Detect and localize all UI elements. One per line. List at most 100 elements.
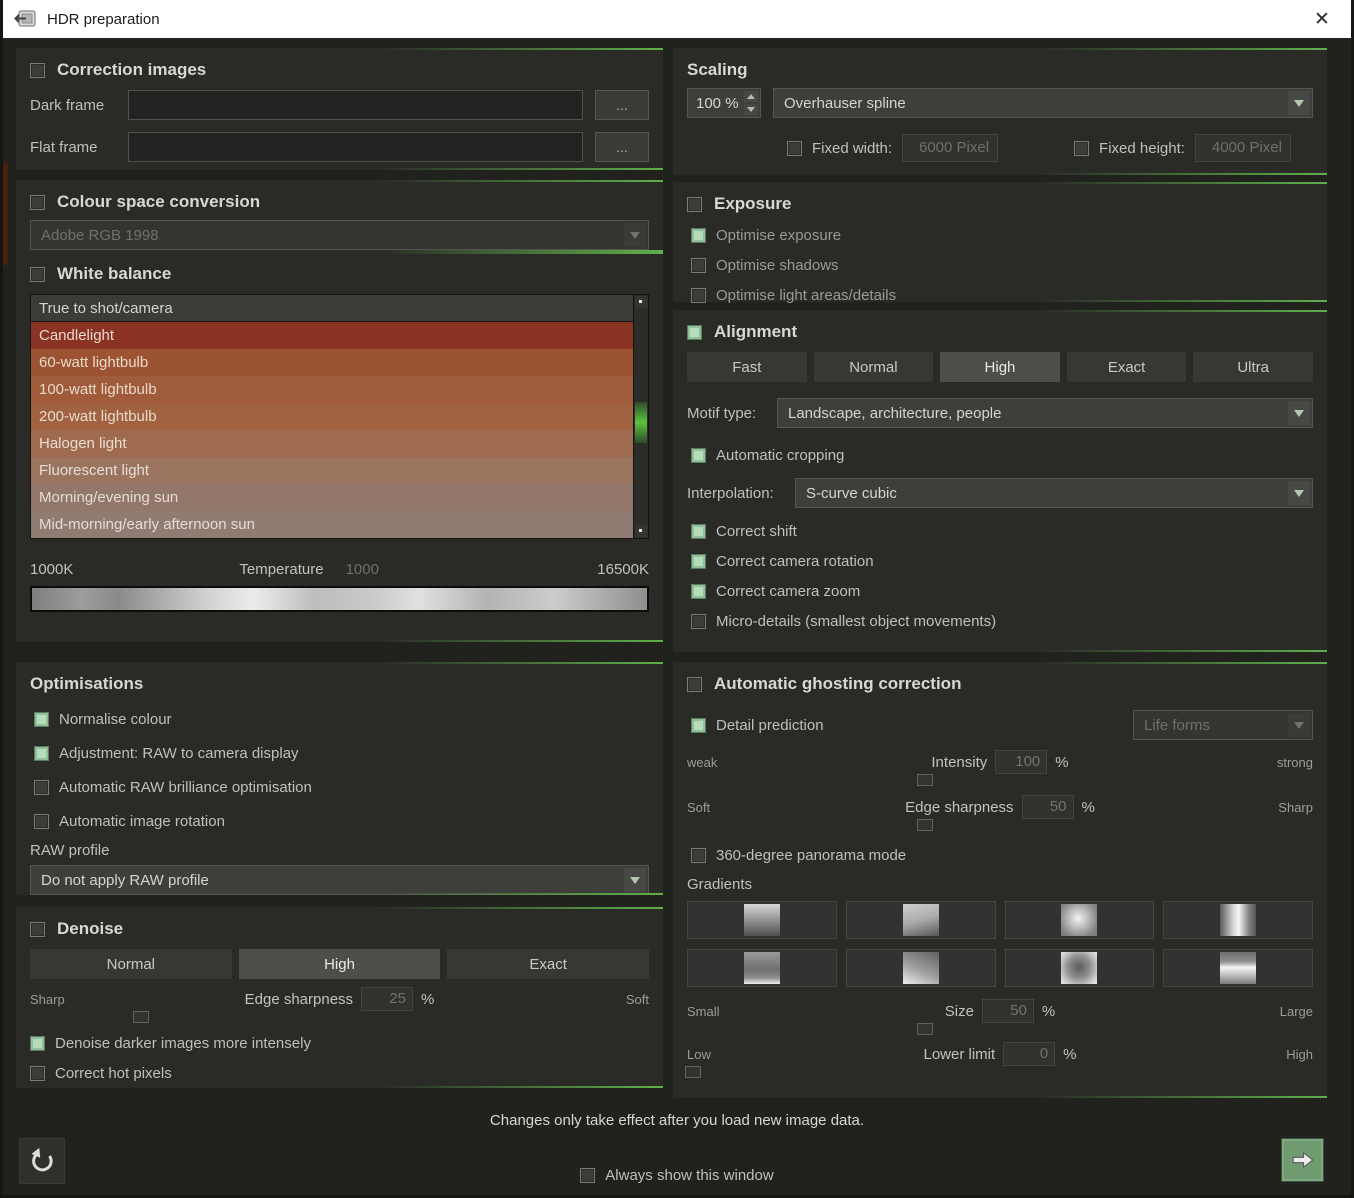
checked-checkbox[interactable]: [691, 228, 706, 243]
white-balance-option[interactable]: 200-watt lightbulb: [31, 403, 633, 430]
checked-checkbox[interactable]: [34, 712, 49, 727]
white-balance-option[interactable]: 100-watt lightbulb: [31, 376, 633, 403]
scale-percent-spinner[interactable]: 100 %: [687, 88, 761, 118]
white-balance-section-checkbox[interactable]: [30, 267, 45, 282]
unchecked-checkbox[interactable]: [691, 848, 706, 863]
flat-frame-input[interactable]: [128, 132, 583, 162]
slider-value-input[interactable]: 50: [982, 999, 1034, 1023]
unchecked-checkbox[interactable]: [691, 614, 706, 629]
mode-button-normal[interactable]: Normal: [814, 352, 934, 382]
fixed-width-checkbox[interactable]: [787, 141, 802, 156]
gradient-tile-top-light[interactable]: [687, 901, 837, 939]
interpolation-dropdown[interactable]: S-curve cubic: [795, 478, 1313, 508]
dark-frame-input[interactable]: [128, 90, 583, 120]
slider-value-input[interactable]: 0: [1003, 1042, 1055, 1066]
raw-profile-dropdown[interactable]: Do not apply RAW profile: [30, 865, 649, 895]
colour-space-value: Adobe RGB 1998: [41, 227, 159, 244]
mode-button-ultra[interactable]: Ultra: [1193, 352, 1313, 382]
dropdown-arrow-button[interactable]: [1288, 401, 1310, 425]
colour-space-section-checkbox[interactable]: [30, 195, 45, 210]
dropdown-arrow-button[interactable]: [624, 223, 646, 247]
slider-track[interactable]: [30, 1011, 649, 1024]
mode-button-exact[interactable]: Exact: [447, 949, 649, 979]
alignment-section-checkbox[interactable]: [687, 325, 702, 340]
white-balance-option[interactable]: Mid-morning/early afternoon sun: [31, 511, 633, 538]
slider-track[interactable]: [687, 774, 1313, 787]
unchecked-checkbox[interactable]: [691, 288, 706, 303]
gradient-tile-top-light-diagonal[interactable]: [846, 901, 996, 939]
white-balance-option[interactable]: True to shot/camera: [31, 295, 633, 322]
scaling-method-dropdown[interactable]: Overhauser spline: [773, 88, 1313, 118]
close-button[interactable]: ✕: [1293, 0, 1351, 38]
scroll-down-button[interactable]: [635, 525, 647, 537]
white-balance-option[interactable]: Candlelight: [31, 322, 633, 349]
dropdown-arrow-button[interactable]: [1288, 713, 1310, 737]
titlebar: HDR preparation ✕: [3, 0, 1351, 38]
unchecked-checkbox[interactable]: [691, 258, 706, 273]
correction-images-section: Correction images Dark frame ... Flat fr…: [16, 48, 663, 170]
spin-up-button[interactable]: [744, 91, 758, 102]
slider-track[interactable]: [687, 1023, 1313, 1036]
gradient-tile-bottom-light[interactable]: [687, 949, 837, 987]
checked-checkbox[interactable]: [34, 746, 49, 761]
unchecked-checkbox[interactable]: [34, 814, 49, 829]
mode-button-exact[interactable]: Exact: [1067, 352, 1187, 382]
scroll-up-button[interactable]: [635, 296, 647, 308]
motif-type-dropdown[interactable]: Landscape, architecture, people: [777, 398, 1313, 428]
slider-track[interactable]: [687, 819, 1313, 832]
slider-value-input[interactable]: 50: [1022, 795, 1074, 819]
fixed-height-input[interactable]: 4000 Pixel: [1195, 134, 1291, 162]
dropdown-arrow-button[interactable]: [624, 868, 646, 892]
ghosting-section-checkbox[interactable]: [687, 677, 702, 692]
scrollbar-thumb[interactable]: [635, 402, 647, 443]
slider-track[interactable]: [687, 1066, 1313, 1079]
slider-value-input[interactable]: 25: [361, 987, 413, 1011]
exposure-section-checkbox[interactable]: [687, 197, 702, 212]
gradient-tile-bottom-left-light[interactable]: [846, 949, 996, 987]
mode-button-fast[interactable]: Fast: [687, 352, 807, 382]
dropdown-arrow-button[interactable]: [1288, 91, 1310, 115]
temperature-gradient-slider[interactable]: [30, 586, 649, 612]
white-balance-option[interactable]: Fluorescent light: [31, 457, 633, 484]
white-balance-option[interactable]: Halogen light: [31, 430, 633, 457]
exposure-section: Exposure Optimise exposureOptimise shado…: [673, 182, 1327, 302]
slider-handle[interactable]: [133, 1011, 149, 1023]
slider-handle[interactable]: [917, 819, 933, 831]
continue-button[interactable]: [1281, 1138, 1324, 1182]
dark-frame-browse-button[interactable]: ...: [595, 90, 649, 120]
fixed-height-checkbox[interactable]: [1074, 141, 1089, 156]
unchecked-checkbox[interactable]: [34, 780, 49, 795]
life-forms-dropdown[interactable]: Life forms: [1133, 710, 1313, 740]
gradient-tile-center-dark[interactable]: [1005, 949, 1155, 987]
slider-handle[interactable]: [685, 1066, 701, 1078]
spin-down-button[interactable]: [744, 104, 758, 115]
colour-space-dropdown[interactable]: Adobe RGB 1998: [30, 220, 649, 250]
checked-checkbox[interactable]: [691, 554, 706, 569]
gradient-tile-horizontal-band[interactable]: [1163, 949, 1313, 987]
gradient-tile-center-glow[interactable]: [1005, 901, 1155, 939]
slider-handle[interactable]: [917, 774, 933, 786]
white-balance-option[interactable]: 60-watt lightbulb: [31, 349, 633, 376]
white-balance-scrollbar[interactable]: [633, 295, 648, 538]
denoise-section-checkbox[interactable]: [30, 922, 45, 937]
checked-checkbox[interactable]: [691, 448, 706, 463]
mode-button-normal[interactable]: Normal: [30, 949, 232, 979]
mode-button-high[interactable]: High: [239, 949, 441, 979]
unchecked-checkbox[interactable]: [580, 1168, 595, 1183]
mode-button-high[interactable]: High: [940, 352, 1060, 382]
checkbox-label: Optimise shadows: [716, 257, 839, 274]
flat-frame-browse-button[interactable]: ...: [595, 132, 649, 162]
checked-checkbox[interactable]: [30, 1036, 45, 1051]
correction-images-section-checkbox[interactable]: [30, 63, 45, 78]
slider-handle[interactable]: [917, 1023, 933, 1035]
checkbox-label: Micro-details (smallest object movements…: [716, 613, 996, 630]
white-balance-option[interactable]: Morning/evening sun: [31, 484, 633, 511]
checked-checkbox[interactable]: [691, 584, 706, 599]
unchecked-checkbox[interactable]: [30, 1066, 45, 1081]
fixed-width-input[interactable]: 6000 Pixel: [902, 134, 998, 162]
dropdown-arrow-button[interactable]: [1288, 481, 1310, 505]
slider-value-input[interactable]: 100: [995, 750, 1047, 774]
checked-checkbox[interactable]: [691, 718, 706, 733]
gradient-tile-vertical-band[interactable]: [1163, 901, 1313, 939]
checked-checkbox[interactable]: [691, 524, 706, 539]
